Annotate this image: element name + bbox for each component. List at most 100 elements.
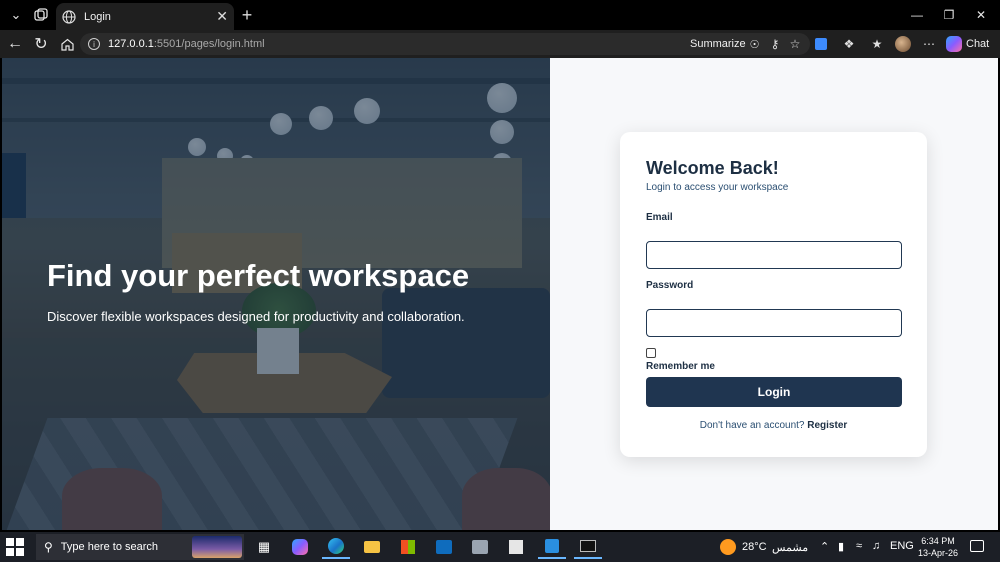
back-button[interactable]: ← (4, 33, 26, 55)
terminal-button[interactable] (574, 535, 602, 559)
app-icon (472, 540, 488, 554)
new-tab-button[interactable]: + (236, 4, 258, 26)
refresh-icon: ↻ (34, 36, 48, 53)
globe-icon (62, 9, 76, 24)
battery-icon[interactable]: ▮ (838, 540, 844, 553)
url-path: :5501/pages/login.html (153, 38, 265, 50)
chat-label: Chat (966, 38, 990, 50)
remember-me-checkbox[interactable] (646, 348, 656, 358)
workspaces-button[interactable] (29, 4, 53, 26)
windows-logo-icon (16, 548, 24, 556)
search-icon: ⚲ (44, 540, 53, 554)
clock-time: 6:34 PM (921, 536, 955, 546)
start-button[interactable] (6, 538, 24, 556)
password-field[interactable] (646, 309, 902, 337)
refresh-button[interactable]: ↻ (30, 33, 52, 55)
page-viewport: Find your perfect workspace Discover fle… (2, 58, 998, 530)
tab-close-icon[interactable]: ✕ (216, 8, 228, 25)
clock-date: 13-Apr-26 (917, 548, 959, 558)
language-indicator[interactable]: ENG (890, 540, 914, 552)
wifi-icon[interactable]: ≈ (856, 540, 862, 552)
hero-heading: Find your perfect workspace (47, 258, 470, 293)
weather-temperature[interactable]: 28°C (742, 541, 767, 553)
outlook-icon (436, 540, 452, 554)
notifications-icon[interactable] (970, 540, 984, 552)
tray-chevron-up-icon[interactable]: ⌃ (820, 540, 829, 553)
home-icon (60, 38, 74, 51)
copilot-taskbar-button[interactable] (286, 535, 314, 559)
clock[interactable]: 6:34 PM 13-Apr-26 (914, 535, 962, 559)
store-button[interactable] (394, 535, 422, 559)
edge-icon (328, 538, 344, 554)
extension-shield-icon[interactable] (810, 33, 832, 55)
restore-icon: ❐ (943, 8, 955, 22)
arrow-left-icon: ← (7, 35, 23, 52)
windows-logo-icon (6, 548, 14, 556)
register-row: Don't have an account? Register (620, 420, 927, 431)
volume-icon[interactable]: ♫ (872, 540, 880, 552)
login-heading: Welcome Back! (646, 158, 779, 178)
chevron-down-icon: ⌄ (10, 7, 22, 22)
file-explorer-button[interactable] (358, 535, 386, 559)
edge-taskbar-button[interactable] (322, 535, 350, 559)
favorite-star-icon[interactable]: ☆ (784, 33, 806, 55)
hero-panel: Find your perfect workspace Discover fle… (2, 58, 550, 530)
folder-icon (364, 541, 380, 553)
weather-sun-icon[interactable] (720, 539, 736, 555)
url-text: 127.0.0.1:5501/pages/login.html (108, 38, 265, 50)
minimize-button[interactable]: — (902, 4, 932, 26)
plus-icon: + (241, 4, 253, 25)
taskbar-search[interactable]: ⚲ Type here to search (36, 534, 244, 560)
remember-me-label[interactable]: Remember me (646, 361, 715, 372)
app-button[interactable] (502, 535, 530, 559)
close-window-button[interactable]: ✕ (966, 4, 996, 26)
app-button[interactable] (466, 535, 494, 559)
more-options-icon[interactable]: ⋯ (918, 33, 940, 55)
password-label: Password (646, 280, 694, 291)
task-view-button[interactable]: ▦ (250, 535, 278, 559)
restore-button[interactable]: ❐ (934, 4, 964, 26)
tab-strip: ⌄ Login ✕ + — ❐ ✕ (0, 0, 1000, 30)
register-link[interactable]: Register (807, 420, 847, 431)
info-icon[interactable]: i (88, 38, 100, 50)
windows-logo-icon (16, 538, 24, 546)
login-subheading: Login to access your workspace (646, 182, 789, 193)
login-card: Welcome Back! Login to access your works… (620, 132, 927, 457)
search-highlight-image (192, 536, 242, 558)
copilot-icon (292, 539, 308, 555)
workspaces-icon (34, 8, 48, 21)
terminal-icon (580, 540, 596, 552)
tab-login[interactable]: Login ✕ (56, 3, 234, 30)
tab-actions-menu-button[interactable]: ⌄ (4, 4, 28, 26)
extensions-puzzle-icon[interactable]: ❖ (838, 33, 860, 55)
weather-condition[interactable]: مشمس (772, 541, 808, 554)
profile-button[interactable] (892, 33, 914, 55)
minimize-icon: — (911, 8, 923, 22)
screen: ⌄ Login ✕ + — ❐ ✕ ← ↻ i 127.0.0.1:5501/p… (0, 0, 1000, 562)
hero-tagline: Discover flexible workspaces designed fo… (47, 309, 465, 324)
vscode-icon (545, 539, 559, 553)
home-button[interactable] (56, 33, 78, 55)
store-icon (401, 540, 415, 554)
key-icon[interactable]: ⚷ (764, 33, 786, 55)
copilot-icon (946, 36, 962, 52)
hero-overlay (2, 58, 550, 530)
summarize-button[interactable]: Summarize ☉ (690, 33, 760, 55)
outlook-button[interactable] (430, 535, 458, 559)
cube-icon (509, 540, 523, 554)
url-host: 127.0.0.1 (108, 38, 154, 50)
email-field[interactable] (646, 241, 902, 269)
email-label: Email (646, 212, 673, 223)
search-placeholder: Type here to search (60, 541, 159, 553)
tab-title: Login (84, 10, 111, 23)
register-prompt: Don't have an account? (699, 420, 805, 431)
copilot-summarize-icon: ☉ (749, 38, 760, 51)
avatar (895, 36, 911, 52)
favorites-icon[interactable]: ★ (866, 33, 888, 55)
browser-toolbar: ← ↻ i 127.0.0.1:5501/pages/login.html Su… (0, 30, 1000, 58)
copilot-chat-button[interactable]: Chat (946, 33, 989, 55)
summarize-label: Summarize (690, 38, 746, 50)
windows-logo-icon (6, 538, 14, 546)
login-button[interactable]: Login (646, 377, 902, 407)
vscode-button[interactable] (538, 535, 566, 559)
